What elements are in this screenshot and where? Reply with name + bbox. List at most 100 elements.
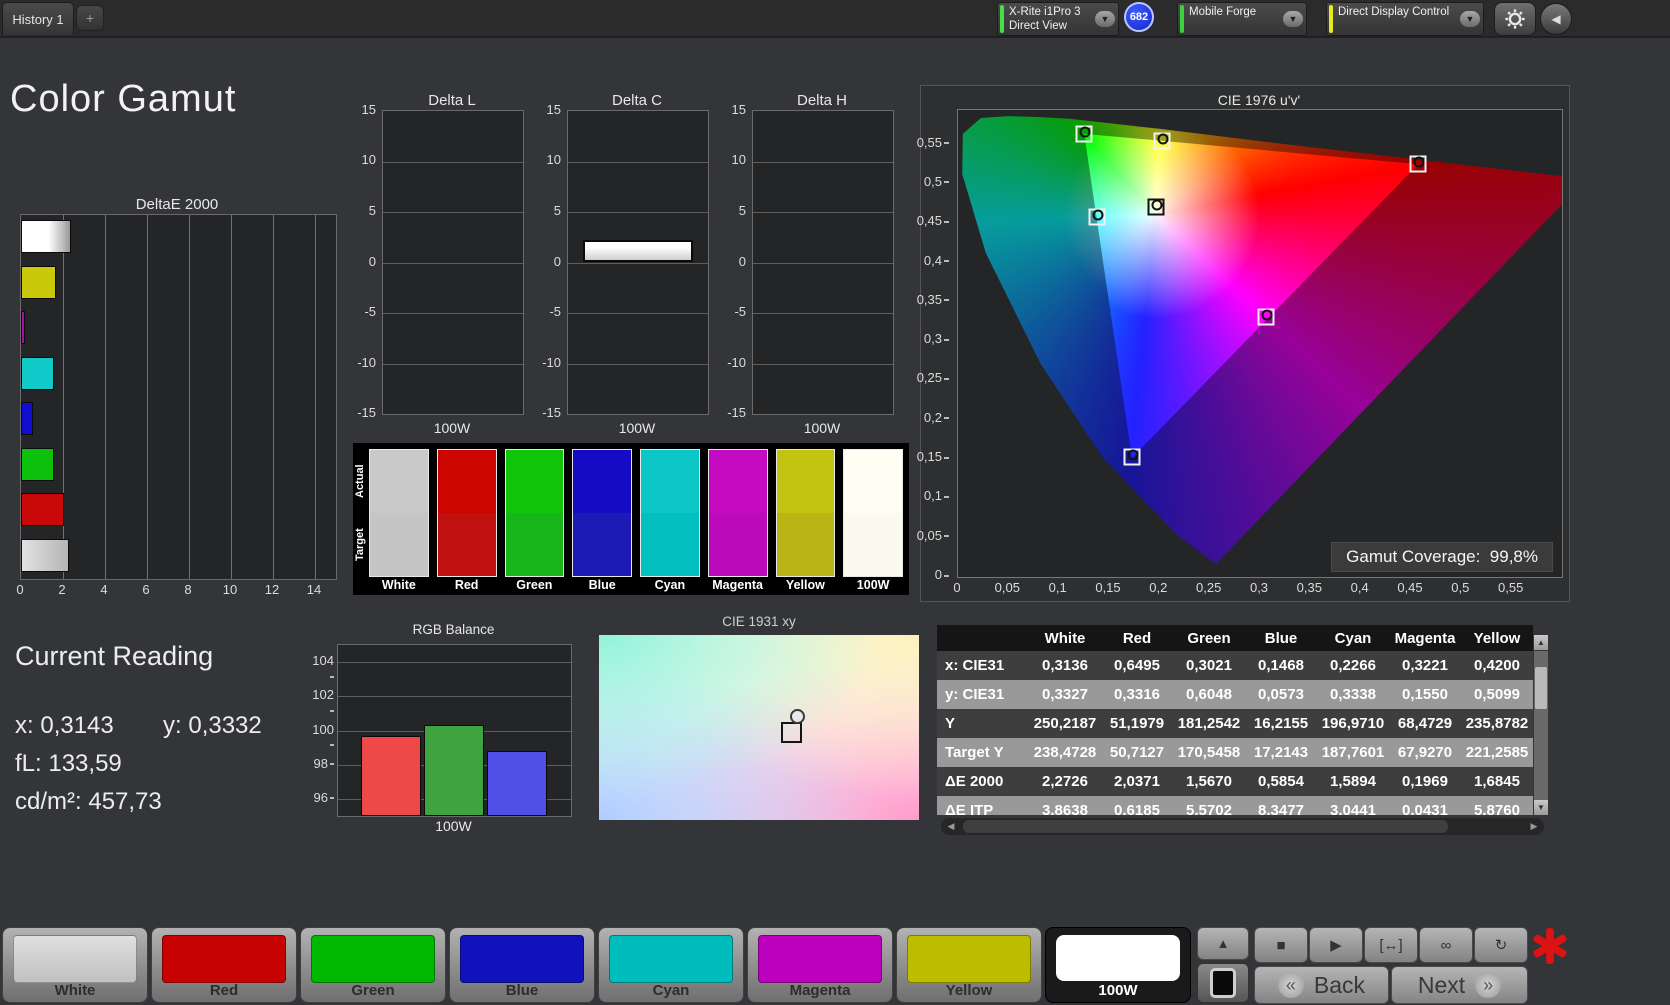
x-tick-label: 0,35 [1296, 580, 1322, 595]
cie1976-plot [957, 109, 1563, 578]
chevron-down-icon[interactable]: ▼ [1460, 11, 1480, 27]
deltae-bar-100w [21, 220, 71, 253]
x-tick-label: 14 [306, 582, 322, 597]
cie-point-yellow [1153, 132, 1171, 150]
back-button[interactable]: « Back [1254, 966, 1389, 1004]
pattern-up-button[interactable]: ▲ [1197, 927, 1249, 960]
color-swatch [907, 935, 1031, 983]
scroll-right-button[interactable]: ▶ [1525, 819, 1543, 834]
pattern-button-green[interactable]: Green [300, 927, 446, 1003]
display-control-status-stripe [1329, 5, 1333, 33]
range-icon: [↔] [1379, 936, 1403, 954]
table-cell: 250,2187 [1029, 709, 1101, 738]
measured-dot [1157, 133, 1169, 145]
chevron-down-icon[interactable]: ▼ [1283, 11, 1303, 27]
cie-point-magenta [1257, 308, 1275, 326]
gridline [753, 212, 893, 213]
tab-history-1[interactable]: History 1 [2, 2, 74, 35]
next-button[interactable]: Next » [1391, 966, 1528, 1004]
loop-button[interactable]: ∞ [1419, 927, 1473, 963]
display-control-dropdown[interactable]: Direct Display Control ▼ [1326, 2, 1484, 36]
rgb-balance-chart: RGB Balance 100W 104 102 100 98 96 [308, 618, 576, 834]
comparator-labels: White Red Green Blue Cyan Magenta Yellow 100W [369, 578, 903, 592]
pattern-button-blue[interactable]: Blue [449, 927, 595, 1003]
pattern-button-white[interactable]: White [2, 927, 148, 1003]
gridline [383, 212, 523, 213]
table-cell: 181,2542 [1173, 709, 1245, 738]
table-row: Y 250,2187 51,1979 181,2542 16,2155 196,9710 6… [937, 709, 1533, 738]
chart-title: Delta H [796, 92, 848, 109]
settings-button[interactable] [1494, 2, 1536, 36]
table-cell: 0,3316 [1101, 680, 1173, 709]
y-tick-label: 0,2 [915, 410, 949, 425]
vertical-scroll-thumb[interactable] [1535, 667, 1547, 709]
target-swatch [641, 513, 699, 576]
pattern-button-100w[interactable]: 100W [1045, 927, 1191, 1003]
x-tick-label: 0,45 [1397, 580, 1423, 595]
measured-dot [1151, 199, 1163, 211]
collapse-panel-button[interactable]: ◀ [1540, 3, 1572, 35]
y-tick-label: 104 [308, 653, 334, 683]
add-tab-button[interactable]: + [76, 5, 104, 31]
table-cell: 0,5854 [1245, 767, 1317, 796]
x-tick-label: 4 [100, 582, 108, 597]
comparator-column-label: White [381, 578, 416, 592]
scroll-down-button[interactable]: ▼ [1534, 800, 1548, 815]
deltae-bar-yellow [21, 265, 57, 299]
rgb-bar-red [361, 735, 421, 816]
table-cell: 5,8760 [1461, 796, 1533, 815]
table-cell: 0,1969 [1389, 767, 1461, 796]
pattern-button-yellow[interactable]: Yellow [896, 927, 1042, 1003]
scroll-up-button[interactable]: ▲ [1534, 635, 1548, 650]
top-bar: History 1 + X-Rite i1Pro 3 Direct View ▼… [0, 0, 1670, 38]
table-cell: 68,4729 [1389, 709, 1461, 738]
actual-swatch [641, 450, 699, 513]
pattern-button-cyan[interactable]: Cyan [598, 927, 744, 1003]
actual-swatch [505, 450, 564, 513]
comparator-target-label: Target [354, 528, 366, 562]
chart-title: DeltaE 2000 [135, 196, 219, 213]
y-tick-label: -5 [549, 303, 561, 319]
deltae-bar-blue [21, 402, 34, 435]
horizontal-scrollbar[interactable]: ◀ ▶ [941, 818, 1544, 835]
source-name: Mobile Forge [1189, 6, 1257, 18]
rgb-bar-green [424, 725, 484, 816]
y-tick-label: 5 [368, 202, 376, 218]
gear-icon [1505, 9, 1525, 29]
chevron-down-icon[interactable]: ▼ [1095, 11, 1115, 27]
x-tick-label: 0,1 [1048, 580, 1067, 595]
comparator-column-100w [843, 449, 903, 577]
x-axis-label: 100W [803, 420, 841, 436]
pattern-button-magenta[interactable]: Magenta [747, 927, 893, 1003]
measured-dot [1127, 449, 1139, 461]
y-tick-label: 0 [553, 253, 561, 269]
horizontal-scroll-thumb[interactable] [963, 820, 1448, 833]
table-cell: 196,9710 [1317, 709, 1389, 738]
gridline [568, 363, 708, 365]
pattern-button-red[interactable]: Red [151, 927, 297, 1003]
play-button[interactable]: ▶ [1309, 927, 1363, 963]
y-tick-label: 96 [308, 790, 334, 805]
row-label: x: CIE31 [937, 651, 1029, 680]
table-cell: 0,0431 [1389, 796, 1461, 815]
meter-dropdown[interactable]: X-Rite i1Pro 3 Direct View ▼ [997, 2, 1119, 36]
source-dropdown[interactable]: Mobile Forge ▼ [1177, 2, 1307, 36]
table-cell: 0,3221 [1389, 651, 1461, 680]
stop-button[interactable]: ■ [1254, 927, 1308, 963]
deltae2000-xticks: 0 2 4 6 8 10 12 14 [16, 582, 335, 598]
y-tick-label: 15 [361, 102, 376, 117]
x-axis-label: 100W [433, 420, 471, 436]
color-swatch [758, 935, 882, 983]
deltae2000-chart: DeltaE 2000 0 2 4 6 8 10 12 14 [16, 196, 337, 600]
delta-l-chart: Delta L 15 10 5 0 -5 -10 -15 100W [356, 92, 524, 442]
pattern-window-toggle[interactable] [1197, 963, 1249, 1003]
gamut-coverage-readout: Gamut Coverage: 99,8% [1331, 542, 1553, 572]
table-cell: 51,1979 [1101, 709, 1173, 738]
vertical-scrollbar[interactable]: ▲ ▼ [1534, 635, 1548, 815]
table-cell: 238,4728 [1029, 738, 1101, 767]
gridline [383, 363, 523, 365]
range-button[interactable]: [↔] [1364, 927, 1418, 963]
table-cell: 0,6048 [1173, 680, 1245, 709]
refresh-button[interactable]: ↻ [1474, 927, 1528, 963]
scroll-left-button[interactable]: ◀ [942, 819, 960, 834]
